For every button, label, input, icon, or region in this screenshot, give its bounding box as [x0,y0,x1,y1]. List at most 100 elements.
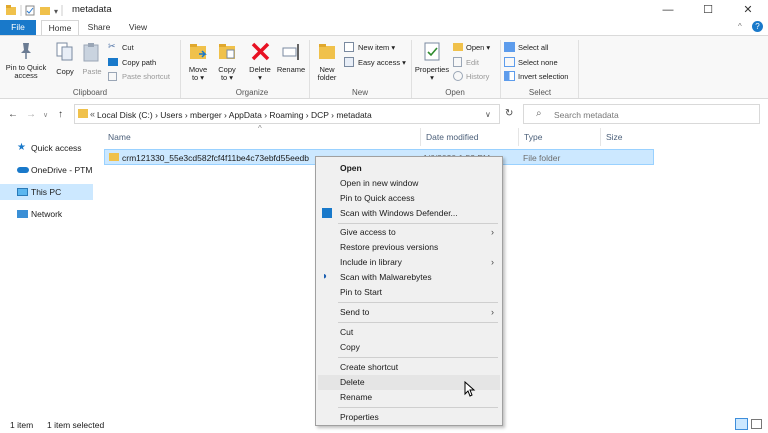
up-arrow-icon[interactable]: ↑ [58,109,63,120]
menu-separator [338,322,498,323]
ribbon-separator [180,40,181,98]
history-button[interactable]: History [453,71,499,83]
large-icons-view-icon[interactable] [751,419,762,429]
ribbon-separator [578,40,579,98]
edit-button[interactable]: Edit [453,57,499,69]
delete-button[interactable]: Delete ▾ [245,40,275,84]
nav-quick-access[interactable]: ★ Quick access [0,140,93,156]
submenu-arrow-icon: › [491,227,494,237]
menu-item-restore-versions[interactable]: Restore previous versions [318,240,500,255]
menu-item-pin-quick-access[interactable]: Pin to Quick access [318,191,500,206]
copy-path-button[interactable]: Copy path [108,57,178,69]
new-folder-button[interactable]: New folder [312,40,342,84]
rename-label: Rename [276,65,306,74]
menu-item-open-new-window[interactable]: Open in new window [318,176,500,191]
cut-button[interactable]: ✂ Cut [108,41,178,54]
pin-to-quick-access-button[interactable]: Pin to Quick access [2,40,50,84]
cloud-icon [17,167,29,173]
column-header-name[interactable]: Name [108,132,131,142]
paste-icon [83,43,99,62]
open-group-label: Open [445,88,465,97]
rename-button[interactable]: Rename [276,40,306,84]
tab-file[interactable]: File [0,20,36,35]
properties-button[interactable]: Properties ▾ [413,40,451,84]
menu-item-copy[interactable]: Copy [318,340,500,355]
search-icon: ⌕ [536,108,542,119]
select-group-label: Select [528,88,552,97]
paste-button[interactable]: Paste [79,40,105,80]
menu-item-scan-malwarebytes[interactable]: ◗ Scan with Malwarebytes [318,270,500,285]
column-separator[interactable] [518,128,519,146]
nav-this-pc[interactable]: This PC [0,184,93,200]
new-item-label: New item ▾ [358,43,396,52]
menu-separator [338,223,498,224]
submenu-arrow-icon: › [491,257,494,267]
back-arrow-icon[interactable]: ← [8,109,18,120]
pin-label-2: access [14,71,38,80]
menu-item-give-access[interactable]: Give access to › [318,225,500,240]
invert-selection-button[interactable]: Invert selection [504,71,574,83]
breadcrumb[interactable]: Local Disk (C:) › Users › mberger › AppD… [97,110,372,120]
open-button[interactable]: Open ▾ [453,42,499,54]
menu-item-open[interactable]: Open [318,161,500,176]
address-row: ← → ∨ ↑ « Local Disk (C:) › Users › mber… [0,104,768,126]
copy-button[interactable]: Copy [52,40,78,80]
copy-to-button[interactable]: Copy to ▾ [213,40,241,84]
menu-item-cut[interactable]: Cut [318,325,500,340]
tab-view[interactable]: View [124,20,152,35]
select-none-label: Select none [518,58,558,67]
column-header-size[interactable]: Size [606,132,623,142]
menu-item-send-to[interactable]: Send to › [318,305,500,320]
open-label: Open ▾ [466,43,491,52]
address-dropdown-chevron-icon[interactable]: ∨ [485,110,491,119]
quick-access-toolbar[interactable]: ▾ [6,5,66,16]
address-overflow[interactable]: « [90,109,95,119]
ribbon: Pin to Quick access Copy Paste ✂ Cut Cop… [0,35,768,99]
forward-arrow-icon[interactable]: → [26,109,36,120]
new-item-button[interactable]: New item ▾ [344,42,410,54]
pin-icon [21,43,31,59]
open-folder-icon [453,43,463,51]
copy-path-icon [108,58,118,66]
history-label: History [466,72,490,81]
close-button[interactable]: ✕ [728,0,768,20]
tab-share[interactable]: Share [84,20,114,35]
select-all-button[interactable]: Select all [504,42,574,54]
column-separator[interactable] [420,128,421,146]
delete-x-icon [251,42,270,61]
ribbon-tabs: File Home Share View ^ ? [0,20,768,35]
menu-item-pin-start[interactable]: Pin to Start [318,285,500,300]
new-group-label: New [351,88,368,97]
tab-home[interactable]: Home [41,20,79,35]
copy-path-label: Copy path [122,58,157,67]
ribbon-separator [309,40,310,98]
menu-item-include-library[interactable]: Include in library › [318,255,500,270]
help-icon[interactable]: ? [752,21,763,32]
menu-item-properties[interactable]: Properties [318,410,500,425]
properties-label-2: ▾ [430,73,434,82]
nav-network[interactable]: Network [0,206,93,222]
refresh-icon[interactable]: ↻ [505,108,513,119]
column-header-date[interactable]: Date modified [426,132,478,142]
move-to-button[interactable]: Move to ▾ [184,40,212,84]
column-separator[interactable] [600,128,601,146]
select-none-button[interactable]: Select none [504,57,574,69]
menu-separator [338,357,498,358]
ribbon-expand-icon[interactable]: ^ [738,22,742,31]
search-box[interactable]: ⌕ Search metadata [523,104,760,124]
minimize-button[interactable]: — [648,0,688,20]
recent-chevron-down-icon[interactable]: ∨ [43,111,48,119]
easy-access-button[interactable]: Easy access ▾ [344,57,410,69]
menu-item-scan-defender[interactable]: Scan with Windows Defender... [318,206,500,221]
rename-icon [282,44,299,60]
menu-item-create-shortcut[interactable]: Create shortcut [318,360,500,375]
paste-shortcut-button[interactable]: Paste shortcut [108,71,178,83]
maximize-button[interactable]: ☐ [688,0,728,20]
column-header-type[interactable]: Type [524,132,542,142]
paste-shortcut-label: Paste shortcut [122,72,170,81]
address-bar[interactable]: « Local Disk (C:) › Users › mberger › Ap… [74,104,500,124]
details-view-icon[interactable] [735,418,748,430]
search-input[interactable]: Search metadata [554,110,619,120]
select-none-icon [504,57,515,67]
nav-onedrive[interactable]: OneDrive - PTM E [0,162,93,178]
